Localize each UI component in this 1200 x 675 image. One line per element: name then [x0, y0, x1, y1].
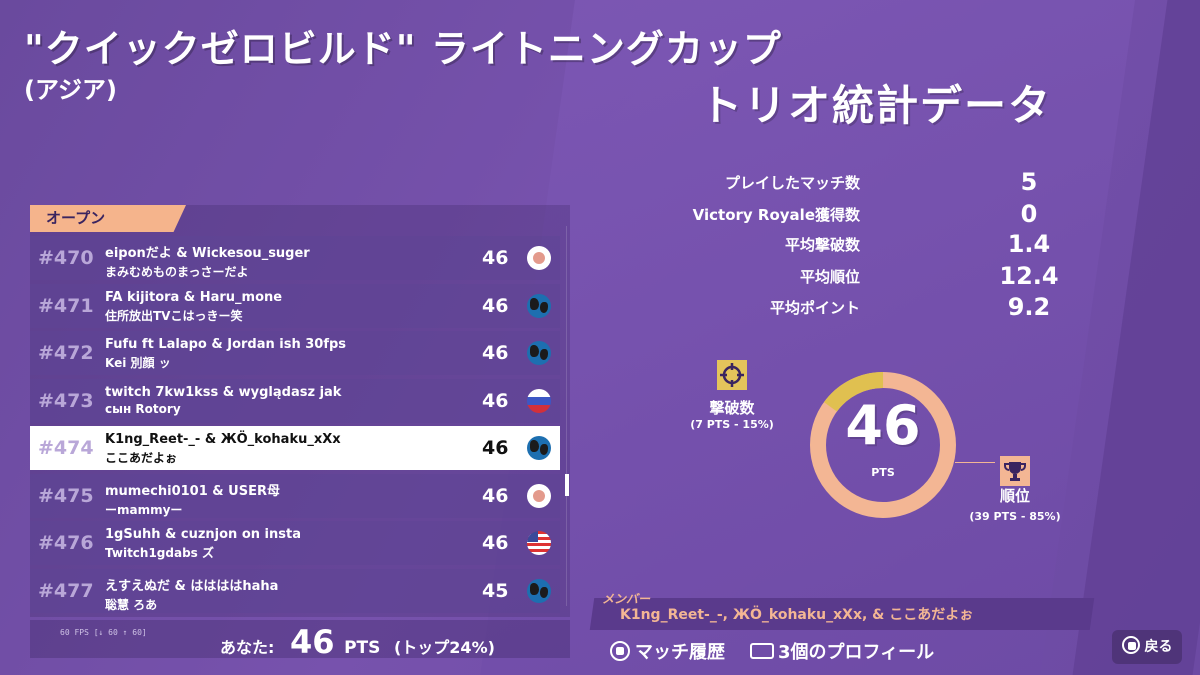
row-players: twitch 7kw1kss & wyglądasz jak [105, 384, 342, 400]
page-title: "クイックゼロビルド" ライトニングカップ [24, 27, 782, 71]
your-score: あなた: 46 PTS (トップ24%) [220, 623, 495, 661]
leaderboard-row[interactable]: #470 eiponだよ & Wickesou_suger まみむめものまっさー… [30, 236, 560, 280]
row-player-third: まみむめものまっさーだよ [105, 265, 249, 279]
stat-value: 1.4 [1007, 230, 1051, 258]
row-points: 46 [482, 294, 509, 317]
stat-value: 9.2 [1007, 293, 1051, 321]
total-points-unit: PTS [871, 466, 895, 479]
leaderboard-row[interactable]: #473 twitch 7kw1kss & wyglądasz jak сын … [30, 378, 560, 423]
stat-value: 0 [1020, 200, 1038, 228]
flag-us-icon [527, 531, 551, 555]
tab-open[interactable]: オープン [30, 205, 186, 232]
row-points: 46 [482, 247, 509, 269]
profiles-button[interactable]: 3個のプロフィール [750, 638, 934, 664]
row-team: twitch 7kw1kss & wyglądasz jak сын Rotor… [105, 385, 475, 416]
row-player-third: ここあだよぉ [105, 451, 178, 465]
row-rank: #476 [38, 532, 94, 554]
row-players: えすえぬだ & ははははhaha [105, 578, 279, 594]
stat-label: 平均順位 [799, 268, 860, 286]
stat-value: 12.4 [999, 262, 1059, 290]
row-points: 45 [482, 579, 509, 602]
row-points: 46 [482, 389, 509, 412]
row-team: Fufu ft Lalapo & Jordan ish 30fps Kei 別顔… [105, 337, 475, 371]
stat-label: 平均ポイント [769, 299, 860, 317]
row-rank: #475 [38, 484, 94, 507]
stat-label: プレイしたマッチ数 [724, 174, 860, 192]
you-points: 46 [289, 623, 335, 661]
crosshair-icon [717, 360, 747, 390]
place-breakdown: (39 PTS - 85%) [969, 510, 1061, 523]
you-pts-label: PTS [344, 638, 381, 658]
match-history-button[interactable]: マッチ履歴 [610, 638, 725, 664]
elim-label: 撃破数 [709, 399, 755, 417]
row-player-third: 聡慧 ろあ [105, 597, 158, 612]
row-team: K1ng_Reet-_- & ЖÖ_kohaku_xXx ここあだよぉ [105, 432, 475, 466]
row-points: 46 [482, 484, 509, 507]
top-percent: (トップ24%) [393, 638, 495, 657]
row-rank: #477 [38, 579, 94, 602]
row-player-third: 住所放出TVこはっきー笑 [105, 308, 243, 323]
globe-icon [527, 341, 551, 365]
back-label: 戻る [1144, 639, 1173, 655]
row-players: eiponだよ & Wickesou_suger [105, 246, 310, 261]
globe-icon [527, 578, 551, 603]
row-team: mumechi0101 & USER母 ーmammyー [105, 480, 475, 518]
leaderboard-list: #470 eiponだよ & Wickesou_suger まみむめものまっさー… [30, 236, 560, 616]
row-points: 46 [482, 437, 509, 459]
stat-label: Victory Royale獲得数 [692, 206, 860, 224]
row-player-third: сын Rotory [105, 401, 181, 416]
keyboard-icon [750, 643, 774, 659]
row-rank: #474 [38, 437, 94, 459]
row-points: 46 [482, 342, 509, 364]
leaderboard-row[interactable]: #475 mumechi0101 & USER母 ーmammyー 46 [30, 473, 560, 518]
leaderboard-row[interactable]: #471 FA kijitora & Haru_mone 住所放出TVこはっきー… [30, 283, 560, 328]
flag-jp-icon [527, 246, 551, 270]
row-players: mumechi0101 & USER母 [105, 483, 280, 499]
profiles-label: 3個のプロフィール [778, 642, 935, 663]
row-team: 1gSuhh & cuznjon on insta Twitch1gdabs ズ [105, 527, 475, 561]
row-players: Fufu ft Lalapo & Jordan ish 30fps [105, 337, 347, 352]
fps-counter: 60 FPS [↓ 60 ↑ 60] [60, 628, 147, 637]
members-names: K1ng_Reet-_-, ЖÖ_kohaku_xXx, & ここあだよぉ [620, 607, 974, 623]
row-player-third: Twitch1gdabs ズ [105, 546, 214, 560]
row-team: えすえぬだ & ははははhaha 聡慧 ろあ [105, 575, 475, 613]
row-players: FA kijitora & Haru_mone [105, 289, 283, 305]
flag-ru-icon [527, 388, 551, 413]
row-rank: #472 [38, 342, 94, 364]
leaderboard-row[interactable]: #472 Fufu ft Lalapo & Jordan ish 30fps K… [30, 331, 560, 375]
row-rank: #470 [38, 247, 94, 269]
placement-connector [955, 462, 995, 463]
stat-label: 平均撃破数 [784, 236, 860, 254]
leaderboard-row[interactable]: #474 K1ng_Reet-_- & ЖÖ_kohaku_xXx ここあだよぉ… [30, 426, 560, 470]
region-label: (アジア) [24, 76, 117, 104]
row-rank: #473 [38, 389, 94, 412]
row-points: 46 [482, 532, 509, 554]
leaderboard-row[interactable]: #476 1gSuhh & cuznjon on insta Twitch1gd… [30, 521, 560, 565]
flag-jp-icon [527, 483, 551, 508]
leaderboard-footer: 60 FPS [↓ 60 ↑ 60] あなた: 46 PTS (トップ24%) [30, 620, 570, 661]
stats-title: トリオ統計データ [700, 81, 1053, 130]
total-points: 46 [845, 394, 921, 457]
row-player-third: Kei 別顔 ッ [105, 356, 171, 370]
row-player-third: ーmammyー [105, 502, 183, 517]
row-players: 1gSuhh & cuznjon on insta [105, 527, 301, 542]
button-icon [1121, 636, 1140, 654]
button-icon [610, 641, 630, 661]
row-rank: #471 [38, 294, 94, 317]
place-label: 順位 [999, 487, 1030, 505]
leaderboard-row[interactable]: #477 えすえぬだ & ははははhaha 聡慧 ろあ 45 [30, 568, 560, 613]
back-button[interactable]: 戻る [1112, 630, 1182, 664]
globe-icon [527, 293, 551, 318]
row-team: eiponだよ & Wickesou_suger まみむめものまっさーだよ [105, 242, 475, 280]
row-players: K1ng_Reet-_- & ЖÖ_kohaku_xXx [105, 432, 341, 447]
stat-value: 5 [1020, 168, 1038, 196]
globe-icon [527, 436, 551, 460]
scrollbar[interactable] [565, 474, 569, 496]
you-label: あなた: [220, 638, 275, 657]
match-history-label: マッチ履歴 [635, 642, 725, 663]
elim-breakdown: (7 PTS - 15%) [690, 418, 774, 431]
scroll-track [566, 226, 567, 606]
trophy-icon [1000, 456, 1030, 486]
row-team: FA kijitora & Haru_mone 住所放出TVこはっきー笑 [105, 290, 475, 324]
